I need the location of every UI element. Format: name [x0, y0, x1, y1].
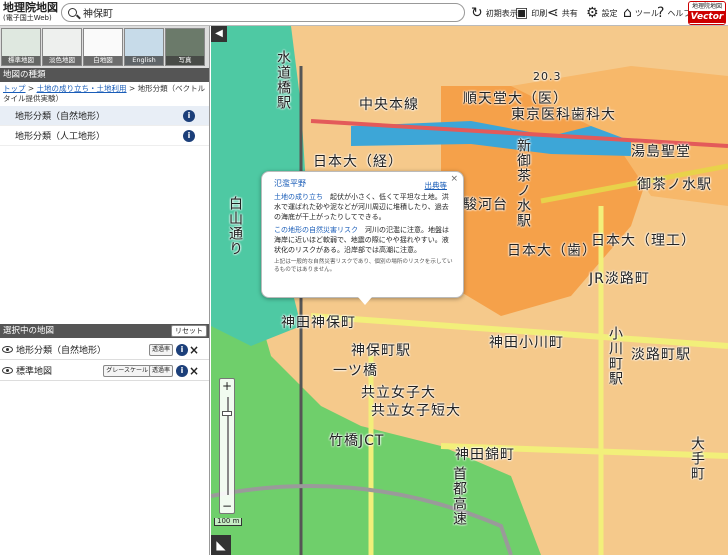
breadcrumb: トップ > 土地の成り立ち・土地利用 > 地形分類（ベクトルタイル提供実験） — [3, 84, 206, 103]
risk-section: この地形の自然災害リスク 河川の氾濫に注意。地盤は海岸に近いほど軟弱で、地震の際… — [274, 226, 449, 254]
origin-section: 土地の成り立ち 起伏が小さく、低くて平坦な土地。洪水で運ばれた砂や泥などが河川周… — [274, 193, 449, 221]
eye-icon[interactable] — [2, 346, 13, 353]
zoom-in-button[interactable]: + — [220, 379, 234, 393]
close-icon[interactable]: × — [189, 364, 199, 378]
map-label: 神田小川町 — [489, 335, 564, 351]
search-input[interactable]: 神保町 — [83, 5, 113, 20]
map-label: 白山通り — [227, 196, 243, 256]
tools-button[interactable]: ⌂ ツール — [623, 4, 659, 22]
popup-note: 上記は一般的な自然災害リスクであり、個別の場所のリスクを示しているものではありま… — [274, 259, 453, 273]
map-label: 小川町駅 — [607, 326, 623, 386]
map-label: JR淡路町 — [589, 271, 650, 287]
grayscale-button[interactable]: グレースケール — [103, 364, 151, 377]
zoom-out-button[interactable]: − — [220, 499, 234, 513]
vector-logo[interactable]: 地理院地図 Vector — [688, 1, 726, 25]
settings-button[interactable]: ⚙ 設定 — [586, 4, 618, 22]
category-heading: 地図の種類 — [0, 68, 209, 82]
map-label: 神保町駅 — [351, 343, 411, 359]
map-label: 共立女子短大 — [371, 403, 461, 419]
thumb-standard[interactable]: 標準地図 — [1, 28, 41, 66]
map-label: 日本大（理工） — [591, 233, 696, 249]
thumb-english[interactable]: English — [124, 28, 164, 66]
opacity-button[interactable]: 透過率 — [148, 364, 173, 377]
help-button[interactable]: ? ヘルプ — [657, 4, 691, 22]
search-box[interactable]: 神保町 — [61, 3, 465, 22]
map-label: 首都高速 — [451, 466, 467, 526]
top-toolbar: 地理院地図 (電子国土Web) 神保町 ↻ 初期表示 ▣ 印刷 ⋖ 共有 ⚙ 設定 ⌂ ツ… — [0, 0, 728, 26]
zoom-control: + − — [219, 378, 235, 514]
source-link[interactable]: 出典等 — [425, 181, 448, 191]
basemap-thumbnails: 標準地図 淡色地図 白地図 English 写真 — [0, 26, 209, 68]
info-icon[interactable]: i — [183, 109, 195, 122]
breadcrumb-land[interactable]: 土地の成り立ち・土地利用 — [37, 84, 127, 93]
eye-icon[interactable] — [2, 367, 13, 374]
terrain-info-popup: × 氾濫平野 出典等 土地の成り立ち 起伏が小さく、低くて平坦な土地。洪水で運ば… — [261, 171, 464, 305]
map-label: 竹橋JCT — [329, 433, 385, 449]
map-label: 淡路町駅 — [631, 347, 691, 363]
app-title: 地理院地図 — [3, 0, 58, 14]
info-icon[interactable]: i — [176, 343, 188, 356]
app-subtitle: (電子国土Web) — [3, 13, 52, 22]
map-label: 神田錦町 — [455, 447, 515, 463]
opacity-button[interactable]: 透過率 — [148, 343, 173, 356]
map-label: 一ツ橋 — [333, 363, 378, 379]
search-icon[interactable] — [68, 8, 77, 17]
category-item-natural[interactable]: 地形分類（自然地形） i — [0, 106, 209, 126]
map-label: 日本大（歯） — [507, 243, 597, 259]
map-label: 新御茶ノ水駅 — [515, 138, 531, 228]
scale-bar: 100 m — [214, 518, 242, 526]
close-icon[interactable]: × — [189, 343, 199, 357]
map-label: 御茶ノ水駅 — [637, 177, 712, 193]
map-label: 東京医科歯科大 — [511, 107, 616, 123]
close-icon[interactable]: × — [450, 174, 458, 184]
selected-layer-row: 標準地図 グレースケール 透過率 i × — [0, 361, 209, 381]
map-label: 共立女子大 — [361, 385, 436, 401]
map-label: 神田神保町 — [281, 315, 356, 331]
map-label: 日本大（経） — [313, 154, 403, 170]
thumb-blank[interactable]: 白地図 — [83, 28, 123, 66]
share-icon: ⋖ — [547, 5, 559, 21]
selected-maps-heading: 選択中の地図 リセット — [0, 324, 209, 338]
gear-icon: ⚙ — [586, 5, 599, 21]
zoom-slider-handle[interactable] — [222, 411, 232, 416]
map-label: 20.3 — [533, 70, 562, 83]
tool-icon: ⌂ — [623, 5, 632, 21]
printer-icon: ▣ — [515, 5, 529, 21]
map-label: 駿河台 — [463, 197, 508, 213]
thumb-pale[interactable]: 淡色地図 — [42, 28, 82, 66]
breadcrumb-top[interactable]: トップ — [3, 84, 26, 93]
sidebar: 標準地図 淡色地図 白地図 English 写真 地図の種類 トップ > 土地の… — [0, 26, 210, 555]
refresh-icon: ↻ — [471, 5, 483, 21]
reset-view-button[interactable]: ↻ 初期表示 — [471, 4, 518, 22]
help-icon: ? — [657, 5, 665, 21]
category-item-artificial[interactable]: 地形分類（人工地形） i — [0, 126, 209, 146]
reset-button[interactable]: リセット — [171, 325, 207, 337]
map-label: 大手町 — [689, 436, 705, 481]
print-button[interactable]: ▣ 印刷 — [515, 4, 547, 22]
share-button[interactable]: ⋖ 共有 — [547, 4, 578, 22]
map-label: 中央本線 — [359, 97, 419, 113]
info-icon[interactable]: i — [176, 364, 188, 377]
expand-icon[interactable]: ◣ — [211, 535, 231, 555]
app-brand[interactable]: 地理院地図 (電子国土Web) — [0, 0, 58, 23]
info-icon[interactable]: i — [183, 129, 195, 142]
collapse-sidebar-button[interactable]: ◀ — [211, 26, 227, 42]
map-label: 水道橋駅 — [275, 50, 291, 110]
map-label: 湯島聖堂 — [631, 144, 691, 160]
thumb-photo[interactable]: 写真 — [165, 28, 205, 66]
selected-layer-row: 地形分類（自然地形） 透過率 i × — [0, 340, 209, 360]
